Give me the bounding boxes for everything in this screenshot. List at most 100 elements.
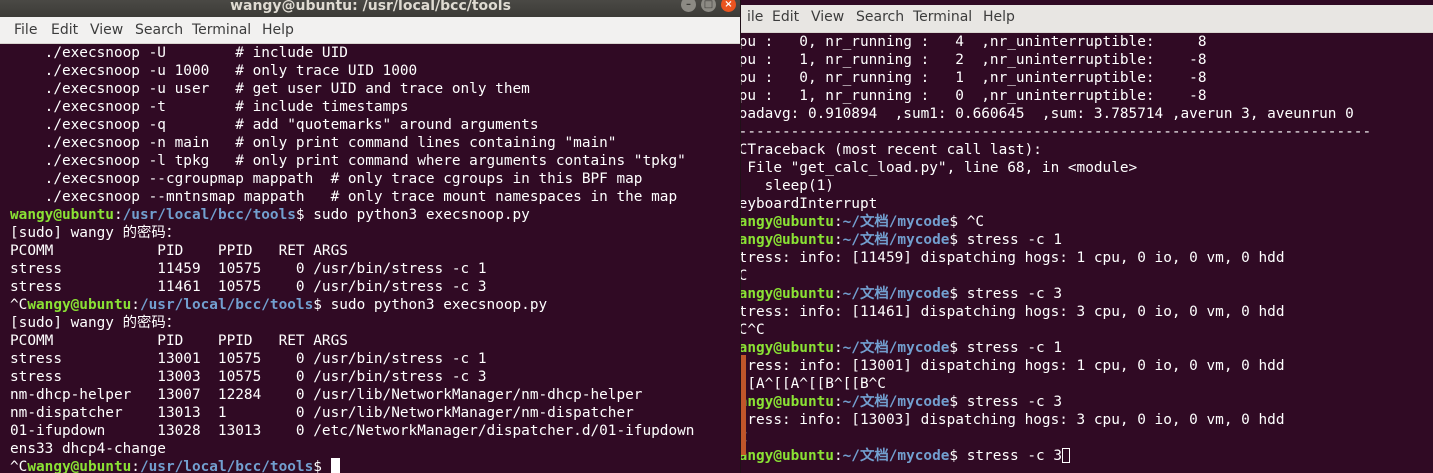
prompt-path: /usr/local/bcc/tools [139, 459, 314, 473]
output-text: [sudo] wangy 的密码： [10, 315, 181, 331]
terminal-line: ens33 dhcp4-change [10, 440, 166, 458]
output-text: ./execsnoop -U # include UID [10, 45, 348, 61]
left-terminal-output[interactable]: ./execsnoop -U # include UID ./execsnoop… [0, 44, 741, 473]
menu-file[interactable]: File [14, 22, 37, 38]
output-text: loadavg: 0.910894 ,sum1: 0.660645 ,sum: … [741, 106, 1354, 122]
left-terminal-window[interactable]: wangy@ubuntu: /usr/local/bcc/tools – □ ×… [0, 0, 741, 473]
terminal-line: stress: info: [11459] dispatching hogs: … [741, 249, 1285, 267]
terminal-line: ./execsnoop -n main # only print command… [10, 134, 617, 152]
output-text: $ ^C [949, 214, 985, 230]
terminal-line: stress 11461 10575 0 /usr/bin/stress -c … [10, 278, 487, 296]
prompt-user: wangy@ubuntu [27, 297, 132, 313]
output-text: ./execsnoop --cgroupmap mappath # only t… [10, 171, 643, 187]
output-text: $ [313, 459, 331, 473]
prompt-user: wangy@ubuntu [27, 459, 132, 473]
menu-help[interactable]: Help [262, 22, 294, 38]
output-text: ^[[A^[[A^[[B^[[B^C [741, 376, 886, 392]
terminal-line: KeyboardInterrupt [741, 195, 877, 213]
output-text: ^C^C [741, 322, 765, 338]
output-text: ./execsnoop -u 1000 # only trace UID 100… [10, 63, 418, 79]
terminal-line: [sudo] wangy 的密码： [10, 224, 180, 242]
terminal-line: File "get_calc_load.py", line 68, in <mo… [741, 159, 1137, 177]
output-text: cpu : 0, nr_running : 1 ,nr_uninterrupti… [741, 70, 1207, 86]
output-text: ./execsnoop -n main # only print command… [10, 135, 617, 151]
menu-terminal[interactable]: Terminal [192, 22, 251, 38]
menu-search[interactable]: Search [135, 22, 183, 38]
prompt-path: /usr/local/bcc/tools [122, 207, 296, 223]
output-text: ./execsnoop --mntnsmap mappath # only tr… [10, 189, 678, 205]
terminal-line: nm-dhcp-helper 13007 12284 0 /usr/lib/Ne… [10, 386, 642, 404]
left-title-bar[interactable]: wangy@ubuntu: /usr/local/bcc/tools – □ × [0, 0, 741, 17]
prompt-path: ~/文档/mycode [842, 232, 950, 248]
menu-view[interactable]: View [90, 22, 123, 38]
output-text: stress 13003 10575 0 /usr/bin/stress -c … [10, 369, 487, 385]
output-text: cpu : 0, nr_running : 4 ,nr_uninterrupti… [741, 34, 1207, 50]
terminal-line: stress: info: [13001] dispatching hogs: … [741, 357, 1285, 375]
output-text: ens33 dhcp4-change [10, 441, 166, 457]
output-text: PCOMM PID PPID RET ARGS [10, 243, 348, 259]
output-text: PCOMM PID PPID RET ARGS [10, 333, 348, 349]
output-text: : [833, 394, 843, 410]
terminal-line: stress 13003 10575 0 /usr/bin/stress -c … [10, 368, 487, 386]
output-text: cpu : 1, nr_running : 0 ,nr_uninterrupti… [741, 88, 1207, 104]
menu-view[interactable]: View [811, 9, 844, 25]
output-text: stress: info: [11461] dispatching hogs: … [741, 304, 1285, 320]
terminal-line: ^Cwangy@ubuntu:/usr/local/bcc/tools$ sud… [10, 296, 547, 314]
output-text: $ stress -c 1 [949, 232, 1063, 248]
output-text: $ stress -c 3 [949, 448, 1063, 464]
right-terminal-window[interactable]: ile Edit View Search Terminal Help cpu :… [741, 0, 1433, 473]
output-text: stress 11461 10575 0 /usr/bin/stress -c … [10, 279, 487, 295]
output-text: : [833, 286, 843, 302]
output-text: : [131, 297, 140, 313]
prompt-path: ~/文档/mycode [842, 214, 950, 230]
output-text: ./execsnoop -t # include timestamps [10, 99, 409, 115]
terminal-line: wangy@ubuntu:~/文档/mycode$ stress -c 1 [741, 339, 1062, 357]
output-text: : [833, 448, 843, 464]
output-text: File "get_calc_load.py", line 68, in <mo… [741, 160, 1138, 176]
menu-terminal[interactable]: Terminal [913, 9, 972, 25]
output-text: $ stress -c 3 [949, 286, 1063, 302]
menu-search[interactable]: Search [856, 9, 904, 25]
terminal-line: cpu : 0, nr_running : 1 ,nr_uninterrupti… [741, 69, 1207, 87]
terminal-line: cpu : 0, nr_running : 4 ,nr_uninterrupti… [741, 33, 1207, 51]
output-text: : [131, 459, 140, 473]
terminal-line: ----------------------------------------… [741, 123, 1371, 141]
output-text: [sudo] wangy 的密码： [10, 225, 181, 241]
terminal-line: [sudo] wangy 的密码： [10, 314, 180, 332]
terminal-line: wangy@ubuntu:~/文档/mycode$ ^C [741, 213, 984, 231]
prompt-user: wangy@ubuntu [741, 448, 834, 464]
prompt-user: wangy@ubuntu [741, 232, 834, 248]
left-menu-bar: File Edit View Search Terminal Help [0, 17, 741, 44]
terminal-line: ./execsnoop -u user # get user UID and t… [10, 80, 530, 98]
output-text: stress: info: [13003] dispatching hogs: … [741, 412, 1285, 428]
menu-edit[interactable]: Edit [51, 22, 78, 38]
terminal-line: ./execsnoop -l tpkg # only print command… [10, 152, 686, 170]
menu-edit[interactable]: Edit [772, 9, 799, 25]
output-text: stress 13001 10575 0 /usr/bin/stress -c … [10, 351, 487, 367]
terminal-line: stress: info: [11461] dispatching hogs: … [741, 303, 1285, 321]
output-text: $ stress -c 3 [949, 394, 1063, 410]
output-text: cpu : 1, nr_running : 2 ,nr_uninterrupti… [741, 52, 1207, 68]
menu-help[interactable]: Help [983, 9, 1015, 25]
output-text: ----------------------------------------… [741, 124, 1372, 140]
terminal-line: stress 13001 10575 0 /usr/bin/stress -c … [10, 350, 487, 368]
terminal-line: 01-ifupdown 13028 13013 0 /etc/NetworkMa… [10, 422, 694, 440]
terminal-line: ./execsnoop --mntnsmap mappath # only tr… [10, 188, 677, 206]
terminal-line: cpu : 1, nr_running : 0 ,nr_uninterrupti… [741, 87, 1207, 105]
terminal-line: wangy@ubuntu:~/文档/mycode$ stress -c 1 [741, 231, 1062, 249]
output-text: $ sudo python3 execsnoop.py [313, 297, 548, 313]
output-text: ./execsnoop -l tpkg # only print command… [10, 153, 686, 169]
output-text: ^C [10, 297, 28, 313]
terminal-line: ./execsnoop -u 1000 # only trace UID 100… [10, 62, 418, 80]
terminal-line: wangy@ubuntu:/usr/local/bcc/tools$ sudo … [10, 206, 530, 224]
prompt-user: wangy@ubuntu [741, 394, 834, 410]
output-text: 01-ifupdown 13028 13013 0 /etc/NetworkMa… [10, 423, 695, 439]
menu-file[interactable]: ile [747, 9, 763, 25]
right-terminal-output[interactable]: cpu : 0, nr_running : 4 ,nr_uninterrupti… [741, 33, 1433, 473]
prompt-path: ~/文档/mycode [842, 448, 950, 464]
output-text: ^C [741, 268, 748, 284]
resize-handle[interactable] [741, 355, 746, 455]
right-menu-bar: ile Edit View Search Terminal Help [741, 5, 1433, 33]
cursor [1062, 448, 1071, 463]
prompt-user: wangy@ubuntu [741, 214, 834, 230]
